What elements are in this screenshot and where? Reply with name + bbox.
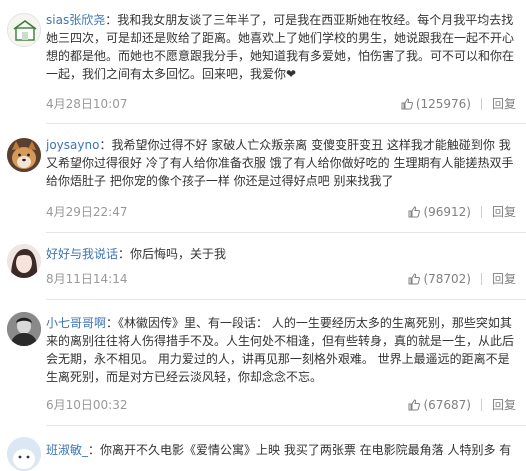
comment-username[interactable]: sias张欣尧: [46, 13, 105, 27]
comment-time: 4月28日10:07: [46, 97, 128, 111]
comment-divider: [46, 299, 526, 300]
comment-text: 你后悔吗，关于我: [130, 247, 227, 261]
like-count: (125976): [415, 96, 471, 111]
comment-username[interactable]: 好好与我说话: [46, 247, 118, 261]
avatar-image: [7, 244, 41, 278]
comment-text: 我希望你过得不好 家破人亡众叛亲离 变傻变肝变丑 这样我才能触碰到你 我又希望你…: [46, 138, 514, 188]
thumbs-up-icon: [408, 272, 421, 284]
reply-link[interactable]: 回复: [492, 203, 516, 220]
comment-actions: (67687) 回复: [408, 396, 516, 413]
avatar[interactable]: [7, 312, 41, 346]
avatar[interactable]: [7, 13, 41, 47]
comment-time: 6月10日00:32: [46, 398, 128, 412]
comment-username[interactable]: joysayno: [46, 138, 99, 152]
like-button[interactable]: (67687): [408, 398, 471, 412]
comment-text: 我和我女朋友谈了三年半了，可是我在西亚斯她在牧经。每个月我平均去找她三四次，可是…: [46, 13, 515, 81]
avatar-image: [7, 138, 41, 172]
like-button[interactable]: (96912): [408, 205, 471, 219]
like-count: (67687): [423, 397, 471, 412]
comment-body: 好好与我说话：你后悔吗，关于我: [46, 247, 227, 261]
avatar[interactable]: [7, 244, 41, 278]
reply-link[interactable]: 回复: [492, 396, 516, 413]
comment-body: sias张欣尧：我和我女朋友谈了三年半了，可是我在西亚斯她在牧经。每个月我平均去…: [46, 13, 515, 81]
avatar-image: [7, 437, 41, 471]
comment-actions: (125976) 回复: [401, 95, 516, 112]
comment-actions: (78702) 回复: [408, 270, 516, 287]
comment-divider: [46, 232, 526, 233]
thumbs-up-icon: [408, 205, 421, 217]
like-button[interactable]: (125976): [401, 97, 471, 111]
comment-text: 你离开不久电影《爱情公寓》上映 我买了两张票 在电影院最角落 人特别多 有: [100, 443, 512, 457]
comment-body: joysayno：我希望你过得不好 家破人亡众叛亲离 变傻变肝变丑 这样我才能触…: [46, 138, 514, 188]
like-count: (78702): [423, 271, 471, 286]
reply-link[interactable]: 回复: [492, 270, 516, 287]
thumbs-up-icon: [401, 97, 413, 109]
comment-actions: (96912) 回复: [408, 203, 516, 220]
comment-divider: [46, 123, 526, 124]
comment-body: 班淑敏_：你离开不久电影《爱情公寓》上映 我买了两张票 在电影院最角落 人特别多…: [46, 443, 512, 457]
comment-username[interactable]: 小七哥哥啊: [46, 316, 106, 330]
action-divider: [480, 97, 482, 110]
comment-time: 8月11日14:14: [46, 272, 128, 286]
comment-username[interactable]: 班淑敏_: [46, 443, 88, 457]
avatar[interactable]: [7, 138, 41, 172]
avatar-image: [8, 14, 40, 46]
action-divider: [480, 205, 482, 218]
like-count: (96912): [423, 204, 471, 219]
comment-body: 小七哥哥啊：《林徽因传》里、有一段话： 人的一生要经历太多的生离死别，那些突如其…: [46, 316, 515, 384]
action-divider: [480, 272, 482, 285]
reply-link[interactable]: 回复: [492, 95, 516, 112]
comment-time: 4月29日22:47: [46, 205, 128, 219]
avatar-image: [7, 312, 41, 346]
thumbs-up-icon: [408, 398, 421, 410]
like-button[interactable]: (78702): [408, 272, 471, 286]
action-divider: [480, 398, 482, 411]
avatar[interactable]: [7, 437, 41, 471]
comment-divider: [46, 425, 526, 426]
